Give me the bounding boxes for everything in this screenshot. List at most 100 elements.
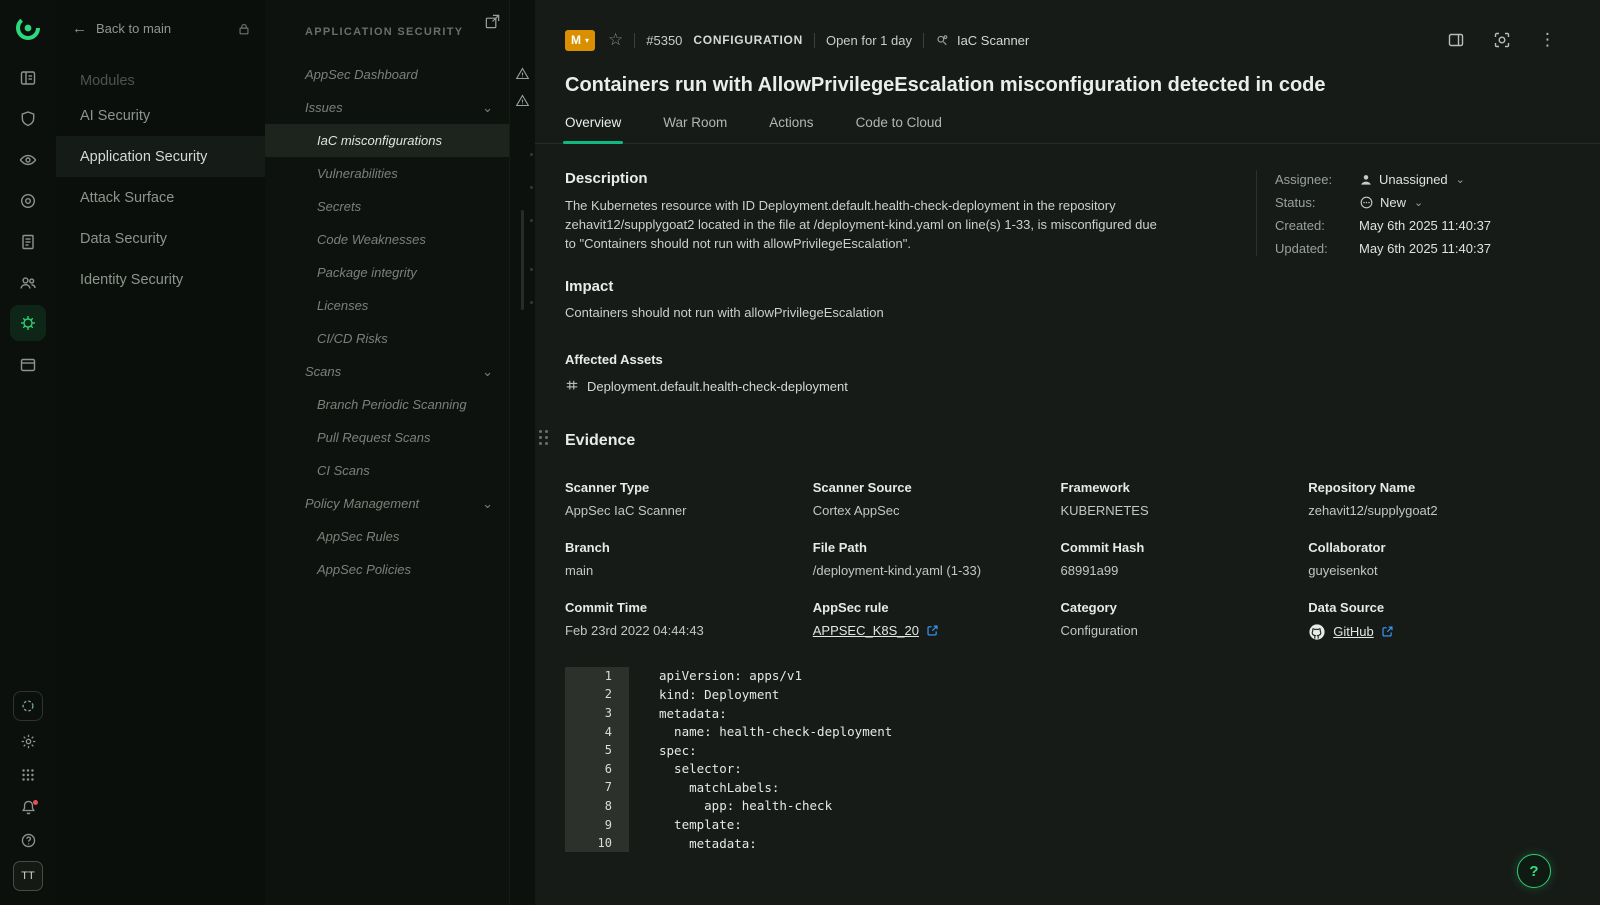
submenu-item[interactable]: Vulnerabilities ⌄ [265,157,509,190]
evidence-field-label: AppSec rule [813,600,1061,615]
status-dropdown[interactable]: New ⌄ [1359,195,1556,210]
divider [923,33,924,48]
submenu-item[interactable]: CI Scans ⌄ [265,454,509,487]
evidence-field-value: APPSEC_K8S_20 [813,623,919,638]
tab[interactable]: Overview [565,115,621,143]
nav-target-icon[interactable] [8,180,48,221]
external-link-icon[interactable] [1381,625,1394,638]
warning-triangle-icon[interactable] [510,93,535,108]
submenu-item[interactable]: AppSec Rules ⌄ [265,520,509,553]
help-button[interactable]: ? [1517,854,1551,888]
overview-content: Description The Kubernetes resource with… [535,144,1600,852]
code-line: 9 template: [565,815,1556,834]
sidebar-item[interactable]: Data Security [56,218,265,259]
line-text: template: [629,817,742,832]
nav-appsec-icon[interactable] [10,305,46,341]
submenu-item-label: Package integrity [317,265,417,280]
affected-asset[interactable]: Deployment.default.health-check-deployme… [565,379,1216,394]
line-text: metadata: [629,836,757,851]
evidence-heading: Evidence [565,432,1556,450]
submenu-item[interactable]: Package integrity ⌄ [265,256,509,289]
issue-age: Open for 1 day [826,33,912,48]
side-panel-icon[interactable] [1447,31,1465,49]
submenu-item[interactable]: Branch Periodic Scanning ⌄ [265,388,509,421]
evidence-field-label: Commit Hash [1061,540,1309,555]
status-label: Status: [1275,195,1359,210]
submenu-item[interactable]: Secrets ⌄ [265,190,509,223]
description-text: The Kubernetes resource with ID Deployme… [565,197,1165,254]
settings-gear-icon[interactable] [8,725,48,758]
external-link-icon[interactable] [926,624,939,637]
code-line: 5 spec: [565,741,1556,760]
scrollbar-thumb[interactable] [521,210,524,310]
back-to-main[interactable]: ← Back to main [56,0,265,37]
severity-label: M [571,33,581,47]
nav-shield-icon[interactable] [8,98,48,139]
divider [634,33,635,48]
sidebar-item[interactable]: Application Security [56,136,265,177]
sidebar-item-label: Application Security [80,149,207,165]
sidebar-item[interactable]: AI Security [56,95,265,136]
submenu-item[interactable]: AppSec Policies ⌄ [265,553,509,586]
updated-value: May 6th 2025 11:40:37 [1359,241,1556,256]
submenu-item[interactable]: CI/CD Risks ⌄ [265,322,509,355]
popout-icon[interactable] [484,13,501,30]
submenu-item[interactable]: Licenses ⌄ [265,289,509,322]
warning-triangle-icon[interactable] [510,66,535,81]
line-text: spec: [629,743,697,758]
code-viewer[interactable]: 1 apiVersion: apps/v1 2 kind: Deployment… [565,667,1556,853]
line-number: 5 [565,741,629,760]
sidebar-item[interactable]: Attack Surface [56,177,265,218]
drag-handle[interactable] [539,430,548,445]
nav-eye-icon[interactable] [8,139,48,180]
sidebar-item-label: Data Security [80,231,167,247]
assignee-dropdown[interactable]: Unassigned ⌄ [1359,172,1556,187]
evidence-field-label: Scanner Source [813,480,1061,495]
severity-badge[interactable]: M ▾ [565,30,595,51]
submenu-item-label: AppSec Rules [317,529,399,544]
evidence-field-label: Category [1061,600,1309,615]
evidence-field-label: Framework [1061,480,1309,495]
submenu-item[interactable]: Issues ⌄ [265,91,509,124]
evidence-field-label: Commit Time [565,600,813,615]
evidence-field-value: KUBERNETES [1061,503,1149,518]
star-icon[interactable]: ☆ [608,30,623,50]
submenu-item[interactable]: Code Weaknesses ⌄ [265,223,509,256]
impact-text: Containers should not run with allowPriv… [565,305,1216,320]
status-ring-icon[interactable] [13,691,43,721]
submenu-item-label: Branch Periodic Scanning [317,397,467,412]
nav-window-icon[interactable] [8,344,48,385]
help-circle-icon[interactable] [8,824,48,857]
user-avatar[interactable]: TT [13,861,43,891]
submenu-item[interactable]: Scans ⌄ [265,355,509,388]
line-number: 4 [565,722,629,741]
back-arrow-icon: ← [72,20,87,37]
tab[interactable]: Actions [769,115,813,143]
submenu-item[interactable]: Pull Request Scans ⌄ [265,421,509,454]
line-number: 6 [565,760,629,779]
submenu-item-label: Policy Management [305,496,419,511]
logo[interactable] [12,12,44,44]
more-vertical-icon[interactable]: ⋮ [1539,30,1556,50]
code-line: 4 name: health-check-deployment [565,722,1556,741]
submenu-item[interactable]: IaC misconfigurations ⌄ [265,124,509,157]
scanner-chip: IaC Scanner [935,33,1029,48]
sidebar-item[interactable]: Identity Security [56,259,265,300]
nav-users-icon[interactable] [8,262,48,303]
nav-report-icon[interactable] [8,221,48,262]
chevron-down-icon: ▾ [585,36,589,45]
evidence-field: AppSec rule APPSEC_K8S_20 [813,600,1061,641]
tab[interactable]: War Room [663,115,727,143]
tab[interactable]: Code to Cloud [856,115,942,143]
evidence-field-label: Scanner Type [565,480,813,495]
affected-asset-name: Deployment.default.health-check-deployme… [587,379,848,394]
submenu-item-label: AppSec Policies [317,562,411,577]
scan-scope-icon[interactable] [1493,31,1511,49]
person-icon [1359,173,1373,187]
apps-grid-icon[interactable] [8,758,48,791]
submenu-item[interactable]: Policy Management ⌄ [265,487,509,520]
submenu-item[interactable]: AppSec Dashboard ⌄ [265,58,509,91]
notifications-bell-icon[interactable] [8,791,48,824]
issue-header: M ▾ ☆ #5350 CONFIGURATION Open for 1 day… [535,0,1600,97]
nav-modules-icon[interactable] [8,57,48,98]
